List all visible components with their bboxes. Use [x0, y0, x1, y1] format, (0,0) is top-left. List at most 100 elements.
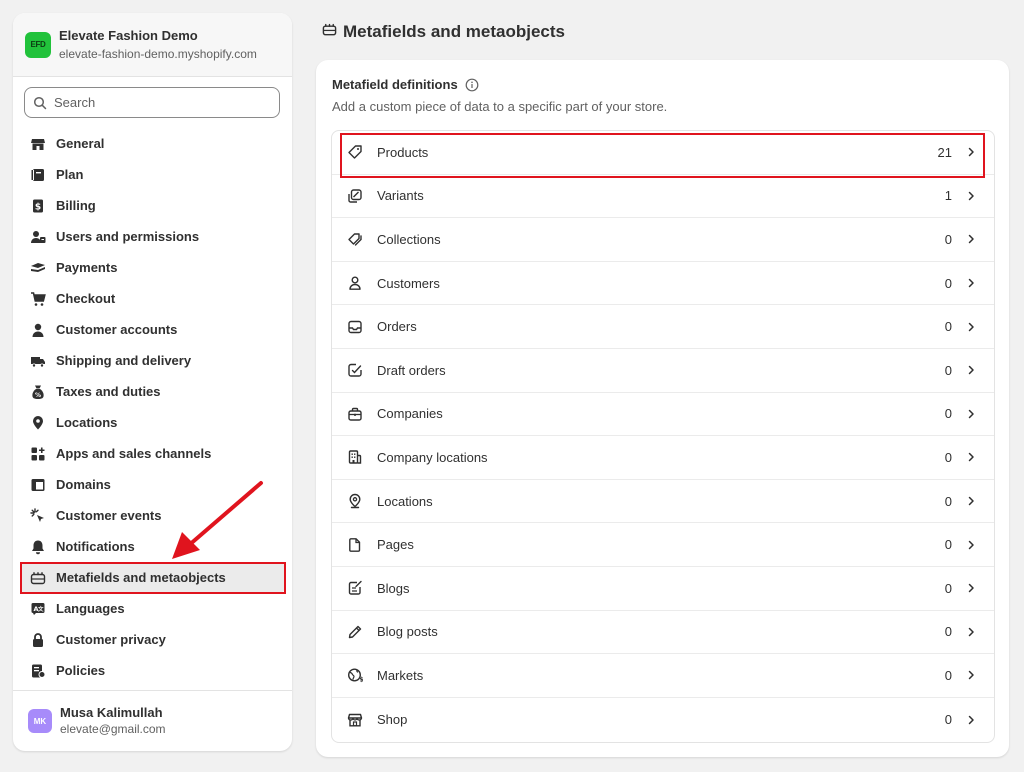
sidebar-item-users[interactable]: Users and permissions: [13, 221, 292, 252]
sidebar-item-label: Users and permissions: [56, 229, 200, 244]
sidebar-item-metafields[interactable]: Metafields and metaobjects: [20, 562, 285, 593]
sidebar-item-label: Apps and sales channels: [56, 446, 212, 461]
list-item-companies[interactable]: Companies 0: [332, 393, 994, 437]
row-count: 0: [944, 231, 952, 247]
sidebar-item-plan[interactable]: Plan: [13, 159, 292, 190]
sidebar-item-customer-events[interactable]: Customer events: [13, 500, 292, 531]
list-item-draft-orders[interactable]: Draft orders 0: [332, 349, 994, 393]
row-count: 0: [944, 275, 952, 291]
person-icon: [30, 322, 46, 338]
inbox-icon: [347, 319, 363, 335]
card-subtitle: Add a custom piece of data to a specific…: [332, 99, 668, 114]
policies-icon: [30, 663, 46, 679]
sidebar-item-label: Shipping and delivery: [56, 353, 192, 368]
sidebar-item-label: Customer accounts: [56, 322, 178, 337]
search-icon: [33, 96, 47, 110]
svg-text:$: $: [360, 677, 364, 684]
chevron-right-icon: [966, 365, 976, 375]
chevron-right-icon: [966, 191, 976, 201]
globe-icon: $: [347, 667, 363, 683]
row-label: Variants: [377, 188, 424, 204]
row-label: Draft orders: [377, 362, 446, 378]
store-domain: elevate-fashion-demo.myshopify.com: [59, 46, 257, 61]
sidebar-item-label: Checkout: [56, 291, 116, 306]
store-icon: [30, 136, 46, 152]
row-label: Markets: [377, 667, 424, 683]
settings-sidebar: EFD Elevate Fashion Demo elevate-fashion…: [13, 13, 292, 751]
sidebar-item-policies[interactable]: Policies: [13, 655, 292, 686]
sidebar-item-notifications[interactable]: Notifications: [13, 531, 292, 562]
chevron-right-icon: [966, 278, 976, 288]
person-outline-icon: [347, 275, 363, 291]
list-item-blogs[interactable]: Blogs 0: [332, 567, 994, 611]
info-icon[interactable]: [465, 78, 479, 92]
sidebar-item-domains[interactable]: Domains: [13, 469, 292, 500]
list-item-orders[interactable]: Orders 0: [332, 305, 994, 349]
row-count: 0: [944, 319, 952, 335]
card-title: Metafield definitions: [332, 77, 458, 92]
list-item-company-locations[interactable]: Company locations 0: [332, 436, 994, 480]
chevron-right-icon: [966, 234, 976, 244]
row-count: 0: [944, 362, 952, 378]
row-label: Companies: [377, 406, 443, 422]
list-item-collections[interactable]: Collections 0: [332, 218, 994, 262]
store-avatar: EFD: [25, 31, 51, 58]
chevron-right-icon: [966, 409, 976, 419]
user-name: Musa Kalimullah: [60, 705, 163, 720]
sidebar-item-shipping[interactable]: Shipping and delivery: [13, 345, 292, 376]
chevron-right-icon: [966, 583, 976, 593]
list-item-products[interactable]: Products 21: [332, 131, 994, 175]
row-label: Blogs: [377, 580, 410, 596]
sidebar-item-label: Domains: [56, 477, 111, 492]
definition-list: Products 21 Variants 1 Collections 0 Cus…: [331, 130, 995, 743]
sidebar-item-payments[interactable]: Payments: [13, 252, 292, 283]
sidebar-item-apps[interactable]: Apps and sales channels: [13, 438, 292, 469]
payments-icon: [30, 260, 46, 276]
row-count: 0: [944, 449, 952, 465]
sidebar-item-languages[interactable]: A文 Languages: [13, 593, 292, 624]
sidebar-item-customer-privacy[interactable]: Customer privacy: [13, 624, 292, 655]
sidebar-item-taxes[interactable]: % Taxes and duties: [13, 376, 292, 407]
avatar: MK: [28, 709, 52, 733]
store-header[interactable]: EFD Elevate Fashion Demo elevate-fashion…: [13, 13, 292, 77]
chevron-right-icon: [966, 452, 976, 462]
tag-icon: [347, 144, 363, 160]
sidebar-item-customer-accounts[interactable]: Customer accounts: [13, 314, 292, 345]
sidebar-item-checkout[interactable]: Checkout: [13, 283, 292, 314]
row-label: Products: [377, 144, 429, 160]
row-label: Blog posts: [377, 624, 438, 640]
list-item-customers[interactable]: Customers 0: [332, 262, 994, 306]
user-account[interactable]: MK Musa Kalimullah elevate@gmail.com: [13, 690, 292, 751]
sidebar-item-label: Taxes and duties: [56, 384, 161, 399]
row-count: 0: [944, 667, 952, 683]
search-input[interactable]: Search: [24, 87, 280, 118]
page-title: Metafields and metaobjects: [343, 22, 566, 41]
svg-text:$: $: [35, 202, 41, 212]
row-count: 21: [937, 144, 952, 160]
list-item-markets[interactable]: $ Markets 0: [332, 654, 994, 698]
list-item-variants[interactable]: Variants 1: [332, 175, 994, 219]
sidebar-item-general[interactable]: General: [13, 128, 292, 159]
cursor-icon: [30, 507, 46, 524]
row-label: Pages: [377, 537, 414, 553]
list-item-shop[interactable]: Shop 0: [332, 698, 994, 742]
cart-icon: [30, 291, 46, 307]
row-count: 0: [944, 493, 952, 509]
sidebar-item-locations[interactable]: Locations: [13, 407, 292, 438]
sidebar-item-label: Customer privacy: [56, 632, 166, 647]
metafields-icon: [322, 22, 337, 42]
list-item-pages[interactable]: Pages 0: [332, 523, 994, 567]
user-email: elevate@gmail.com: [60, 722, 166, 736]
collections-icon: [347, 231, 363, 247]
list-item-blog-posts[interactable]: Blog posts 0: [332, 611, 994, 655]
sidebar-item-label: Locations: [56, 415, 118, 430]
page-header: Metafields and metaobjects: [322, 22, 565, 42]
apps-icon: [30, 446, 46, 462]
sidebar-item-label: Customer events: [56, 508, 162, 523]
building-icon: [347, 449, 363, 465]
sidebar-item-billing[interactable]: $ Billing: [13, 190, 292, 221]
pencil-icon: [347, 624, 363, 640]
row-label: Shop: [377, 712, 408, 728]
list-item-locations[interactable]: Locations 0: [332, 480, 994, 524]
row-label: Locations: [377, 493, 433, 509]
